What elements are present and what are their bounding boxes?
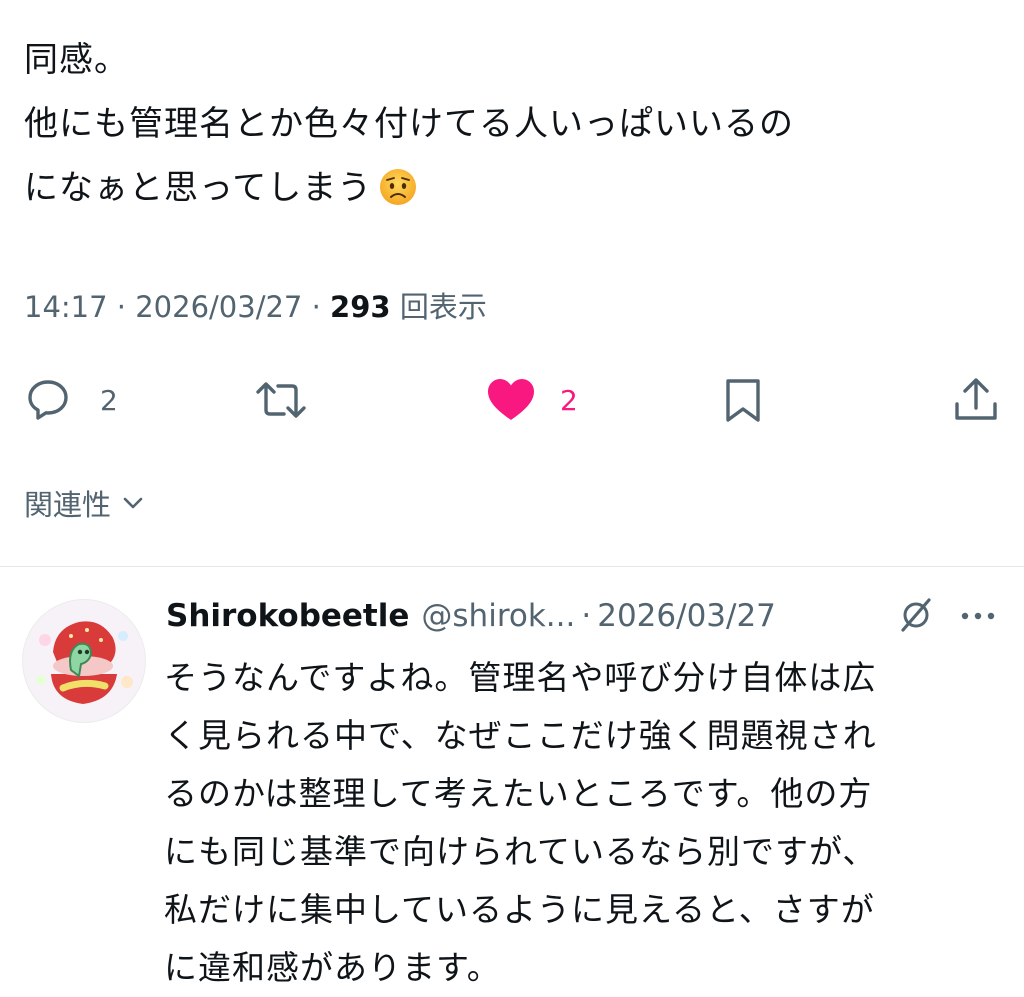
sort-selector[interactable]: 関連性 (24, 482, 145, 524)
reply-display-name[interactable]: Shirokobeetle (166, 598, 409, 634)
share-icon (955, 378, 997, 420)
bookmark-icon (726, 379, 760, 422)
reply-handle[interactable]: @shirok... (421, 598, 575, 634)
like-count: 2 (560, 383, 578, 417)
share-button[interactable] (952, 372, 1000, 428)
worried-face-emoji-icon (380, 168, 417, 205)
reply-button[interactable]: 2 (24, 372, 118, 428)
reply-text: そうなんですよね。管理名や呼び分け自体は広 く見られる中で、なぜここだけ強く問題… (164, 649, 1004, 997)
repost-icon (256, 382, 306, 418)
views-label: 回表示 (399, 290, 487, 324)
heart-filled-icon (488, 379, 534, 420)
chevron-down-icon (123, 497, 143, 509)
tweet-line-text: になぁと思ってしまう (24, 168, 373, 208)
avatar[interactable] (22, 599, 146, 723)
action-bar: 2 2 (0, 372, 1024, 428)
tweet-date: 2026/03/27 (135, 290, 303, 324)
tweet-line: になぁと思ってしまう (24, 156, 1004, 220)
bookmark-button[interactable] (722, 372, 764, 428)
meta-separator: · (581, 598, 592, 634)
divider (0, 566, 1024, 567)
repost-button[interactable] (252, 372, 310, 428)
reply-line: そうなんですよね。管理名や呼び分け自体は広 (164, 658, 877, 697)
reply-line: にも同じ基準で向けられているなら別ですが、 (164, 832, 877, 871)
reply-line: 私だけに集中しているように見えると、さすが (164, 890, 875, 929)
reply-header: Shirokobeetle @shirok... · 2026/03/27 (166, 591, 1006, 641)
views-count[interactable]: 293 (330, 290, 391, 324)
sort-label: 関連性 (24, 488, 112, 522)
more-options-icon[interactable] (960, 611, 996, 621)
reply-icon (28, 380, 68, 420)
meta-separator: · (116, 290, 127, 324)
reply-line: に違和感があります。 (164, 948, 501, 987)
reply-count: 2 (100, 383, 118, 417)
tweet-line: 同感。 (24, 40, 129, 80)
tweet-text: 同感。 他にも管理名とか色々付けてる人いっぱいいるの になぁと思ってしまう (24, 28, 1004, 220)
grok-icon[interactable] (898, 597, 934, 633)
strawberry-mascot-avatar-icon (23, 600, 145, 722)
reply-line: く見られる中で、なぜここだけ強く問題視され (164, 716, 877, 755)
reply-date[interactable]: 2026/03/27 (597, 598, 776, 634)
like-button[interactable]: 2 (486, 372, 578, 428)
reply-line: るのかは整理して考えたいところです。他の方 (164, 774, 873, 813)
tweet-line: 他にも管理名とか色々付けてる人いっぱいいるの (24, 104, 794, 144)
meta-separator: · (311, 290, 321, 324)
tweet-time: 14:17 (24, 290, 108, 324)
tweet-meta: 14:17 · 2026/03/27 · 293 回表示 (24, 284, 487, 326)
